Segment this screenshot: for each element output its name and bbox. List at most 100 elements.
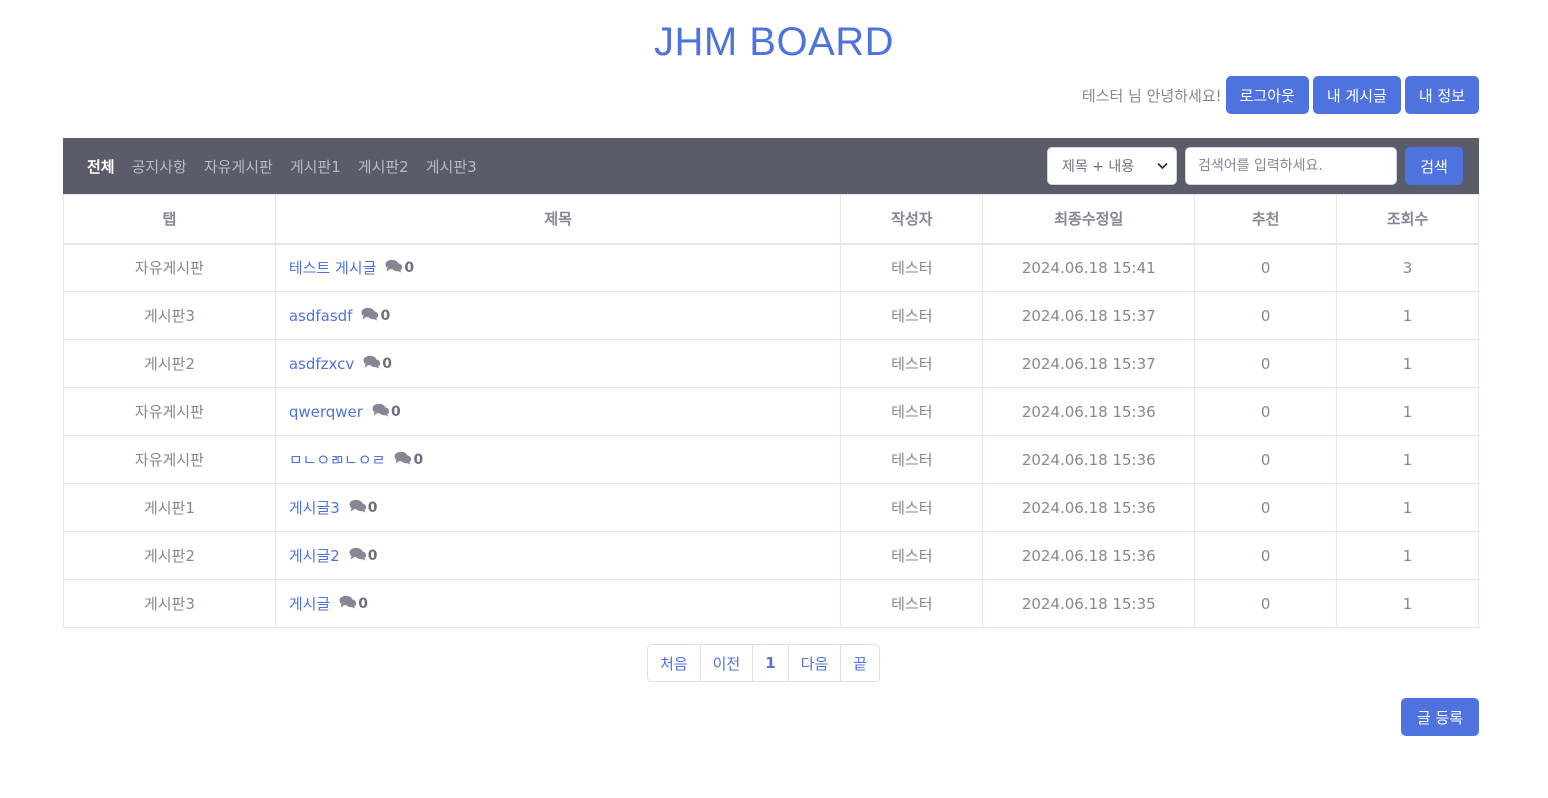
search-button[interactable]: 검색	[1405, 147, 1463, 185]
page-current[interactable]: 1	[753, 645, 788, 681]
table-row[interactable]: 게시판2asdfzxcv0테스터2024.06.18 15:3701	[64, 340, 1479, 388]
cell-modified: 2024.06.18 15:36	[983, 436, 1195, 484]
post-title-link[interactable]: 게시글3	[289, 499, 340, 517]
chevron-down-icon	[1157, 160, 1168, 173]
pagination: 처음 이전 1 다음 끝	[647, 644, 880, 682]
comments-icon	[349, 499, 368, 517]
comments-icon	[339, 595, 358, 613]
post-title-link[interactable]: asdfzxcv	[289, 355, 354, 373]
tab-notice[interactable]: 공지사항	[132, 156, 187, 177]
search-input[interactable]	[1185, 147, 1397, 185]
table-row[interactable]: 게시판3게시글0테스터2024.06.18 15:3501	[64, 580, 1479, 628]
cell-title: 게시글2 0	[275, 532, 841, 580]
comments-icon	[394, 451, 413, 469]
cell-likes: 0	[1195, 436, 1337, 484]
my-info-button[interactable]: 내 정보	[1405, 76, 1479, 114]
search-form: 제목 + 내용 검색	[1047, 147, 1463, 185]
post-title-link[interactable]: ㅁㄴㅇㄻㄴㅇㄹ	[289, 451, 386, 469]
table-row[interactable]: 자유게시판ㅁㄴㅇㄻㄴㅇㄹ0테스터2024.06.18 15:3601	[64, 436, 1479, 484]
comment-count-value: 0	[358, 596, 368, 612]
comment-count-value: 0	[368, 500, 378, 516]
cell-modified: 2024.06.18 15:37	[983, 292, 1195, 340]
comment-count-value: 0	[413, 452, 423, 468]
cell-likes: 0	[1195, 292, 1337, 340]
search-type-value: 제목 + 내용	[1062, 156, 1134, 176]
page-next-button[interactable]: 다음	[789, 645, 842, 681]
cell-tab: 자유게시판	[64, 244, 276, 292]
cell-title: qwerqwer 0	[275, 388, 841, 436]
cell-tab: 자유게시판	[64, 388, 276, 436]
cell-author: 테스터	[841, 244, 983, 292]
comment-count: 0	[349, 499, 378, 517]
cell-likes: 0	[1195, 388, 1337, 436]
cell-author: 테스터	[841, 580, 983, 628]
table-row[interactable]: 게시판2게시글20테스터2024.06.18 15:3601	[64, 532, 1479, 580]
cell-tab: 게시판2	[64, 532, 276, 580]
tab-board2[interactable]: 게시판2	[358, 156, 409, 177]
page-last-button[interactable]: 끝	[841, 645, 879, 681]
greeting-text: 테스터 님 안녕하세요!	[1082, 85, 1222, 106]
tab-free-board[interactable]: 자유게시판	[204, 156, 273, 177]
comment-count-value: 0	[404, 260, 414, 276]
cell-views: 1	[1337, 388, 1479, 436]
cell-title: ㅁㄴㅇㄻㄴㅇㄹ 0	[275, 436, 841, 484]
cell-tab: 게시판1	[64, 484, 276, 532]
logout-button[interactable]: 로그아웃	[1226, 76, 1309, 114]
comment-count-value: 0	[382, 356, 392, 372]
cell-likes: 0	[1195, 244, 1337, 292]
post-title-link[interactable]: 게시글	[289, 595, 330, 613]
cell-views: 1	[1337, 484, 1479, 532]
comments-icon	[361, 307, 380, 325]
cell-modified: 2024.06.18 15:36	[983, 532, 1195, 580]
post-title-link[interactable]: 테스트 게시글	[289, 259, 377, 277]
cell-title: 게시글 0	[275, 580, 841, 628]
my-posts-button[interactable]: 내 게시글	[1313, 76, 1401, 114]
cell-likes: 0	[1195, 484, 1337, 532]
cell-tab: 게시판3	[64, 292, 276, 340]
comment-count: 0	[349, 547, 378, 565]
table-row[interactable]: 자유게시판qwerqwer0테스터2024.06.18 15:3601	[64, 388, 1479, 436]
comment-count: 0	[372, 403, 401, 421]
comments-icon	[349, 547, 368, 565]
cell-tab: 게시판2	[64, 340, 276, 388]
write-post-button[interactable]: 글 등록	[1401, 698, 1479, 736]
comments-icon	[372, 403, 391, 421]
board-tabs: 전체 공지사항 자유게시판 게시판1 게시판2 게시판3	[63, 156, 477, 177]
post-title-link[interactable]: asdfasdf	[289, 307, 353, 325]
post-title-link[interactable]: 게시글2	[289, 547, 340, 565]
table-header-row: 탭 제목 작성자 최종수정일 추천 조회수	[64, 195, 1479, 244]
column-header-author: 작성자	[841, 195, 983, 244]
cell-modified: 2024.06.18 15:35	[983, 580, 1195, 628]
comments-icon	[385, 259, 404, 277]
cell-title: asdfasdf 0	[275, 292, 841, 340]
column-header-tab: 탭	[64, 195, 276, 244]
cell-author: 테스터	[841, 292, 983, 340]
comment-count-value: 0	[368, 548, 378, 564]
cell-modified: 2024.06.18 15:36	[983, 388, 1195, 436]
board-navbar: 전체 공지사항 자유게시판 게시판1 게시판2 게시판3 제목 + 내용 검색	[63, 138, 1479, 194]
comment-count: 0	[361, 307, 390, 325]
column-header-likes: 추천	[1195, 195, 1337, 244]
tab-board3[interactable]: 게시판3	[426, 156, 477, 177]
page-first-button[interactable]: 처음	[648, 645, 701, 681]
page-prev-button[interactable]: 이전	[701, 645, 754, 681]
comment-count: 0	[394, 451, 423, 469]
search-type-select[interactable]: 제목 + 내용	[1047, 147, 1177, 185]
column-header-modified: 최종수정일	[983, 195, 1195, 244]
cell-author: 테스터	[841, 532, 983, 580]
cell-modified: 2024.06.18 15:41	[983, 244, 1195, 292]
table-row[interactable]: 자유게시판테스트 게시글0테스터2024.06.18 15:4103	[64, 244, 1479, 292]
cell-likes: 0	[1195, 580, 1337, 628]
tab-board1[interactable]: 게시판1	[290, 156, 341, 177]
table-row[interactable]: 게시판1게시글30테스터2024.06.18 15:3601	[64, 484, 1479, 532]
post-title-link[interactable]: qwerqwer	[289, 403, 363, 421]
comment-count-value: 0	[391, 404, 401, 420]
tab-all[interactable]: 전체	[87, 156, 115, 177]
cell-modified: 2024.06.18 15:37	[983, 340, 1195, 388]
user-bar: 테스터 님 안녕하세요! 로그아웃 내 게시글 내 정보	[1082, 76, 1479, 114]
comment-count: 0	[363, 355, 392, 373]
post-table: 탭 제목 작성자 최종수정일 추천 조회수 자유게시판테스트 게시글0테스터20…	[63, 194, 1479, 628]
table-row[interactable]: 게시판3asdfasdf0테스터2024.06.18 15:3701	[64, 292, 1479, 340]
cell-author: 테스터	[841, 340, 983, 388]
cell-modified: 2024.06.18 15:36	[983, 484, 1195, 532]
